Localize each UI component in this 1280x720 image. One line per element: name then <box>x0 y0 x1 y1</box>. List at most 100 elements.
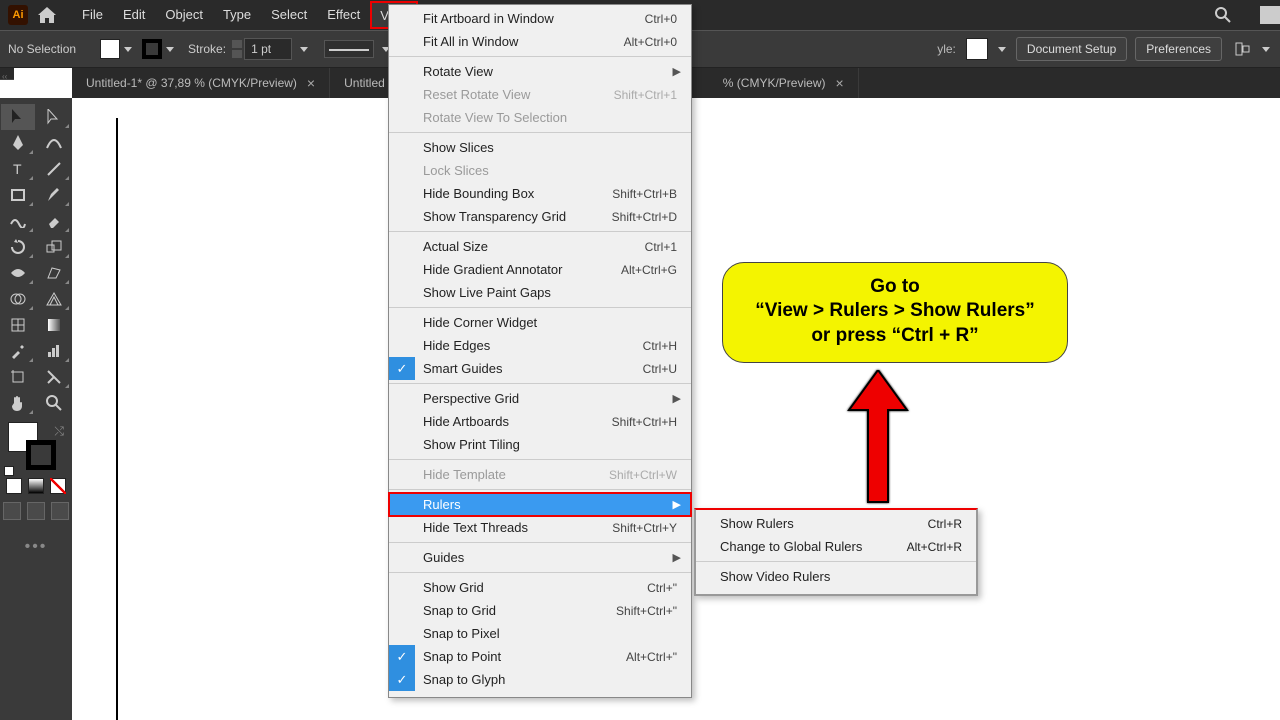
menu-item-label: Hide Artboards <box>423 414 509 429</box>
color-mode-solid[interactable] <box>6 478 22 494</box>
graph-tool[interactable] <box>37 338 71 364</box>
direct-selection-tool[interactable] <box>37 104 71 130</box>
submenu-item-change-to-global-rulers[interactable]: Change to Global RulersAlt+Ctrl+R <box>696 535 976 558</box>
paintbrush-tool[interactable] <box>37 182 71 208</box>
menu-item-hide-artboards[interactable]: Hide ArtboardsShift+Ctrl+H <box>389 410 691 433</box>
menu-item-label: Fit Artboard in Window <box>423 11 554 26</box>
swap-fill-stroke-icon[interactable]: ⤭ <box>54 424 64 439</box>
fill-swatch[interactable] <box>100 39 120 59</box>
document-setup-button[interactable]: Document Setup <box>1016 37 1127 61</box>
menu-item-show-live-paint-gaps[interactable]: Show Live Paint Gaps <box>389 281 691 304</box>
menu-item-rotate-view[interactable]: Rotate View▶ <box>389 60 691 83</box>
menu-item-snap-to-grid[interactable]: Snap to GridShift+Ctrl+" <box>389 599 691 622</box>
menu-item-hide-text-threads[interactable]: Hide Text ThreadsShift+Ctrl+Y <box>389 516 691 539</box>
rotate-tool[interactable] <box>1 234 35 260</box>
line-tool[interactable] <box>37 156 71 182</box>
align-icon[interactable] <box>1234 41 1252 57</box>
shortcut-label: Ctrl+H <box>643 339 677 353</box>
hand-tool[interactable] <box>1 390 35 416</box>
stroke-dropdown-icon[interactable] <box>164 43 176 55</box>
eyedropper-tool[interactable] <box>1 338 35 364</box>
shape-builder-tool[interactable] <box>1 286 35 312</box>
search-icon[interactable] <box>1214 6 1232 24</box>
rectangle-tool[interactable] <box>1 182 35 208</box>
menu-item-fit-all-in-window[interactable]: Fit All in WindowAlt+Ctrl+0 <box>389 30 691 53</box>
stroke-value-dropdown-icon[interactable] <box>298 43 310 55</box>
submenu-item-show-video-rulers[interactable]: Show Video Rulers <box>696 565 976 588</box>
menu-item-perspective-grid[interactable]: Perspective Grid▶ <box>389 387 691 410</box>
type-tool[interactable]: T <box>1 156 35 182</box>
document-tab[interactable]: Untitled-1* @ 37,89 % (CMYK/Preview) × <box>72 68 330 98</box>
menu-item-hide-edges[interactable]: Hide EdgesCtrl+H <box>389 334 691 357</box>
menu-item-show-print-tiling[interactable]: Show Print Tiling <box>389 433 691 456</box>
edit-toolbar-icon[interactable]: ••• <box>0 538 72 556</box>
mesh-tool[interactable] <box>1 312 35 338</box>
width-tool[interactable] <box>1 260 35 286</box>
menu-effect[interactable]: Effect <box>317 0 370 30</box>
selection-status: No Selection <box>8 42 76 56</box>
zoom-tool[interactable] <box>37 390 71 416</box>
eraser-tool[interactable] <box>37 208 71 234</box>
draw-mode-inside[interactable] <box>51 502 69 520</box>
menu-item-hide-template: Hide TemplateShift+Ctrl+W <box>389 463 691 486</box>
color-mode-none[interactable] <box>50 478 66 494</box>
preferences-button[interactable]: Preferences <box>1135 37 1222 61</box>
menu-edit[interactable]: Edit <box>113 0 155 30</box>
menu-item-fit-artboard-in-window[interactable]: Fit Artboard in WindowCtrl+0 <box>389 7 691 30</box>
menu-object[interactable]: Object <box>155 0 213 30</box>
style-dropdown-icon[interactable] <box>996 43 1008 55</box>
menu-item-hide-gradient-annotator[interactable]: Hide Gradient AnnotatorAlt+Ctrl+G <box>389 258 691 281</box>
selection-tool[interactable] <box>1 104 35 130</box>
menu-item-show-slices[interactable]: Show Slices <box>389 136 691 159</box>
fill-dropdown-icon[interactable] <box>122 43 134 55</box>
curvature-tool[interactable] <box>37 130 71 156</box>
submenu-item-show-rulers[interactable]: Show RulersCtrl+R <box>696 512 976 535</box>
menu-item-reset-rotate-view: Reset Rotate ViewShift+Ctrl+1 <box>389 83 691 106</box>
draw-mode-behind[interactable] <box>27 502 45 520</box>
menu-item-rulers[interactable]: Rulers▶ <box>389 493 691 516</box>
artboard-tool[interactable] <box>1 364 35 390</box>
shaper-tool[interactable] <box>1 208 35 234</box>
slice-tool[interactable] <box>37 364 71 390</box>
default-fill-stroke-icon[interactable] <box>4 466 14 476</box>
arrange-docs-icon[interactable] <box>1260 6 1280 24</box>
home-icon[interactable] <box>36 4 58 26</box>
align-dropdown-icon[interactable] <box>1260 43 1272 55</box>
pen-tool[interactable] <box>1 130 35 156</box>
menu-item-hide-corner-widget[interactable]: Hide Corner Widget <box>389 311 691 334</box>
menu-item-label: Snap to Grid <box>423 603 496 618</box>
menu-item-label: Hide Corner Widget <box>423 315 537 330</box>
close-tab-icon[interactable]: × <box>307 68 315 98</box>
stroke-profile[interactable] <box>324 40 374 58</box>
menu-item-snap-to-glyph[interactable]: ✓Snap to Glyph <box>389 668 691 691</box>
style-swatch[interactable] <box>966 38 988 60</box>
free-transform-tool[interactable] <box>37 260 71 286</box>
gradient-tool[interactable] <box>37 312 71 338</box>
menu-type[interactable]: Type <box>213 0 261 30</box>
menu-item-hide-bounding-box[interactable]: Hide Bounding BoxShift+Ctrl+B <box>389 182 691 205</box>
draw-mode-normal[interactable] <box>3 502 21 520</box>
stroke-swatch[interactable] <box>142 39 162 59</box>
svg-text:T: T <box>13 162 22 176</box>
menu-file[interactable]: File <box>72 0 113 30</box>
close-tab-icon[interactable]: × <box>835 68 843 98</box>
menu-item-snap-to-point[interactable]: ✓Snap to PointAlt+Ctrl+" <box>389 645 691 668</box>
menu-item-guides[interactable]: Guides▶ <box>389 546 691 569</box>
menu-item-smart-guides[interactable]: ✓Smart GuidesCtrl+U <box>389 357 691 380</box>
menu-item-snap-to-pixel[interactable]: Snap to Pixel <box>389 622 691 645</box>
menu-select[interactable]: Select <box>261 0 317 30</box>
menu-item-show-transparency-grid[interactable]: Show Transparency GridShift+Ctrl+D <box>389 205 691 228</box>
menu-item-actual-size[interactable]: Actual SizeCtrl+1 <box>389 235 691 258</box>
color-mode-gradient[interactable] <box>28 478 44 494</box>
stroke-indicator[interactable] <box>26 440 56 470</box>
fill-stroke-control[interactable]: ⤭ <box>0 418 72 476</box>
menu-item-show-grid[interactable]: Show GridCtrl+" <box>389 576 691 599</box>
scale-tool[interactable] <box>37 234 71 260</box>
panel-collapse-icon[interactable] <box>0 68 14 80</box>
shortcut-label: Shift+Ctrl+1 <box>614 88 677 102</box>
perspective-tool[interactable] <box>37 286 71 312</box>
document-tab[interactable]: % (CMYK/Preview) × <box>709 68 859 98</box>
stroke-value-field[interactable]: 1 pt <box>244 38 292 60</box>
menu-item-label: Show Video Rulers <box>720 569 830 584</box>
stroke-stepper[interactable] <box>232 39 242 59</box>
